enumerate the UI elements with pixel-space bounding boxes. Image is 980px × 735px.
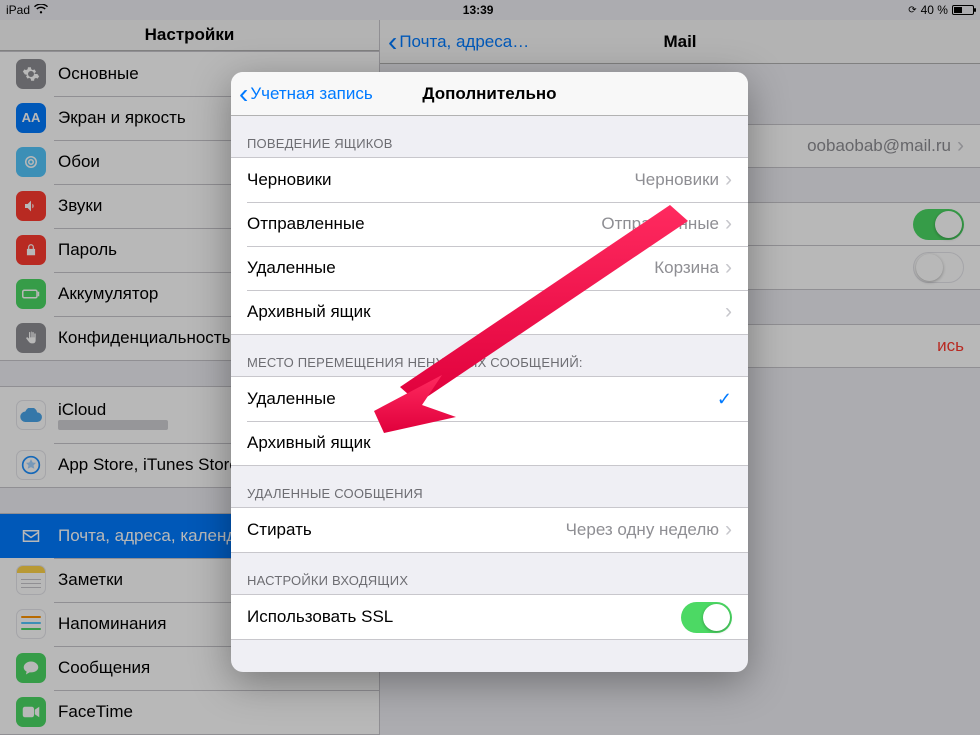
row-archive[interactable]: Архивный ящик › [231,290,748,334]
row-drafts[interactable]: Черновики Черновики › [231,158,748,202]
row-value: Корзина [654,258,719,278]
ssl-toggle[interactable] [681,602,732,633]
row-label: Удаленные [247,258,336,278]
popover-title: Дополнительно [422,84,556,104]
row-move-deleted[interactable]: Удаленные ✓ [231,377,748,421]
row-value: Отправленные [601,214,719,234]
popover-navheader: ‹ Учетная запись Дополнительно [231,72,748,116]
row-value: Черновики [634,170,719,190]
row-label: Отправленные [247,214,365,234]
popover-back-button[interactable]: ‹ Учетная запись [239,84,373,104]
chevron-right-icon: › [725,256,732,280]
checkmark-icon: ✓ [717,389,732,410]
chevron-right-icon: › [725,518,732,542]
popover-back-label: Учетная запись [250,84,372,104]
row-deleted[interactable]: Удаленные Корзина › [231,246,748,290]
row-label: Архивный ящик [247,302,371,322]
row-value: Через одну неделю [566,520,719,540]
chevron-right-icon: › [725,168,732,192]
section-mailbox-behavior: ПОВЕДЕНИЕ ЯЩИКОВ [231,116,748,157]
chevron-right-icon: › [725,212,732,236]
row-label: Удаленные [247,389,336,409]
section-incoming-settings: НАСТРОЙКИ ВХОДЯЩИХ [231,553,748,594]
section-deleted-messages: УДАЛЕННЫЕ СООБЩЕНИЯ [231,466,748,507]
row-label: Архивный ящик [247,433,371,453]
advanced-popover: ‹ Учетная запись Дополнительно ПОВЕДЕНИЕ… [231,72,748,672]
chevron-right-icon: › [725,300,732,324]
row-erase[interactable]: Стирать Через одну неделю › [231,508,748,552]
section-move-discarded: МЕСТО ПЕРЕМЕЩЕНИЯ НЕНУЖНЫХ СООБЩЕНИЙ: [231,335,748,376]
row-sent[interactable]: Отправленные Отправленные › [231,202,748,246]
row-label: Использовать SSL [247,607,393,627]
row-use-ssl[interactable]: Использовать SSL [231,595,748,639]
row-label: Черновики [247,170,332,190]
row-label: Стирать [247,520,312,540]
row-move-archive[interactable]: Архивный ящик [231,421,748,465]
